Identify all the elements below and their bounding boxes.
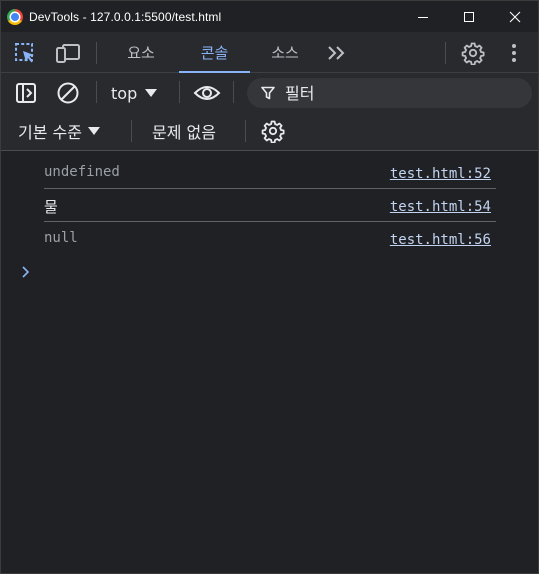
log-levels-label: 기본 수준 [18,123,82,142]
levels-toolbar: 기본 수준 문제 없음 [1,112,538,151]
tab-console[interactable]: 콘솔 [179,32,250,73]
clear-console-button[interactable] [55,80,81,106]
block-icon [57,82,79,104]
console-message-text: null [44,230,78,246]
toolbar-divider [245,120,246,142]
toolbar-divider [179,81,180,103]
sidebar-toggle-icon [16,83,36,103]
chrome-icon [7,8,23,25]
tab-elements[interactable]: 요소 [108,32,174,72]
inspect-element-button[interactable] [13,41,37,65]
gear-icon [461,42,485,65]
toolbar-divider [96,81,97,103]
more-tabs-button[interactable] [324,42,348,64]
console-message: undefined test.html:52 [44,156,496,189]
device-toolbar-button[interactable] [55,41,81,65]
chevron-double-right-icon [328,46,345,60]
select-element-icon [15,43,34,63]
more-options-button[interactable] [506,41,522,65]
source-link[interactable]: test.html:54 [390,199,491,215]
close-button[interactable] [492,1,538,32]
toolbar-divider [233,81,234,103]
live-expression-button[interactable] [192,80,222,106]
toolbar-divider [131,120,132,142]
gear-icon [261,120,285,143]
console-prompt[interactable] [19,264,33,278]
console-output: undefined test.html:52 물 test.html:54 nu… [1,152,538,573]
main-toolbar: 요소 콘솔 소스 [1,32,538,73]
kebab-menu-icon [512,44,516,62]
maximize-icon [464,11,474,22]
source-link[interactable]: test.html:56 [390,232,491,248]
caret-down-icon [87,127,100,135]
toolbar-divider [445,42,446,64]
filter-icon [261,86,275,100]
title-bar: DevTools - 127.0.0.1:5500/test.html [1,1,538,32]
source-link[interactable]: test.html:52 [390,166,491,182]
toolbar-divider [96,42,97,64]
tab-sources[interactable]: 소스 [254,32,316,72]
console-message: null test.html:56 [44,222,496,255]
console-message: 물 test.html:54 [44,189,496,222]
console-message-text: undefined [44,164,120,180]
chevron-right-icon [22,266,30,278]
context-label: top [111,83,138,103]
minimize-button[interactable] [400,1,446,32]
eye-icon [193,86,221,100]
console-toolbar: top [1,73,538,112]
filter-box[interactable] [247,78,532,108]
devtools-window: DevTools - 127.0.0.1:5500/test.html 요소 콘… [0,0,539,574]
device-toggle-icon [56,44,80,63]
issues-counter[interactable]: 문제 없음 [152,119,216,143]
window-title: DevTools - 127.0.0.1:5500/test.html [29,9,222,24]
minimize-icon [418,16,428,18]
caret-down-icon [145,89,158,97]
console-settings-button[interactable] [260,118,286,144]
filter-input[interactable] [285,83,505,103]
log-levels-dropdown[interactable]: 기본 수준 [18,119,100,143]
console-message-text: 물 [44,198,58,216]
settings-button[interactable] [460,40,486,66]
maximize-button[interactable] [446,1,492,32]
window-controls [400,1,538,32]
close-icon [509,11,521,22]
show-sidebar-button[interactable] [13,80,39,106]
context-selector[interactable]: top [111,81,158,105]
